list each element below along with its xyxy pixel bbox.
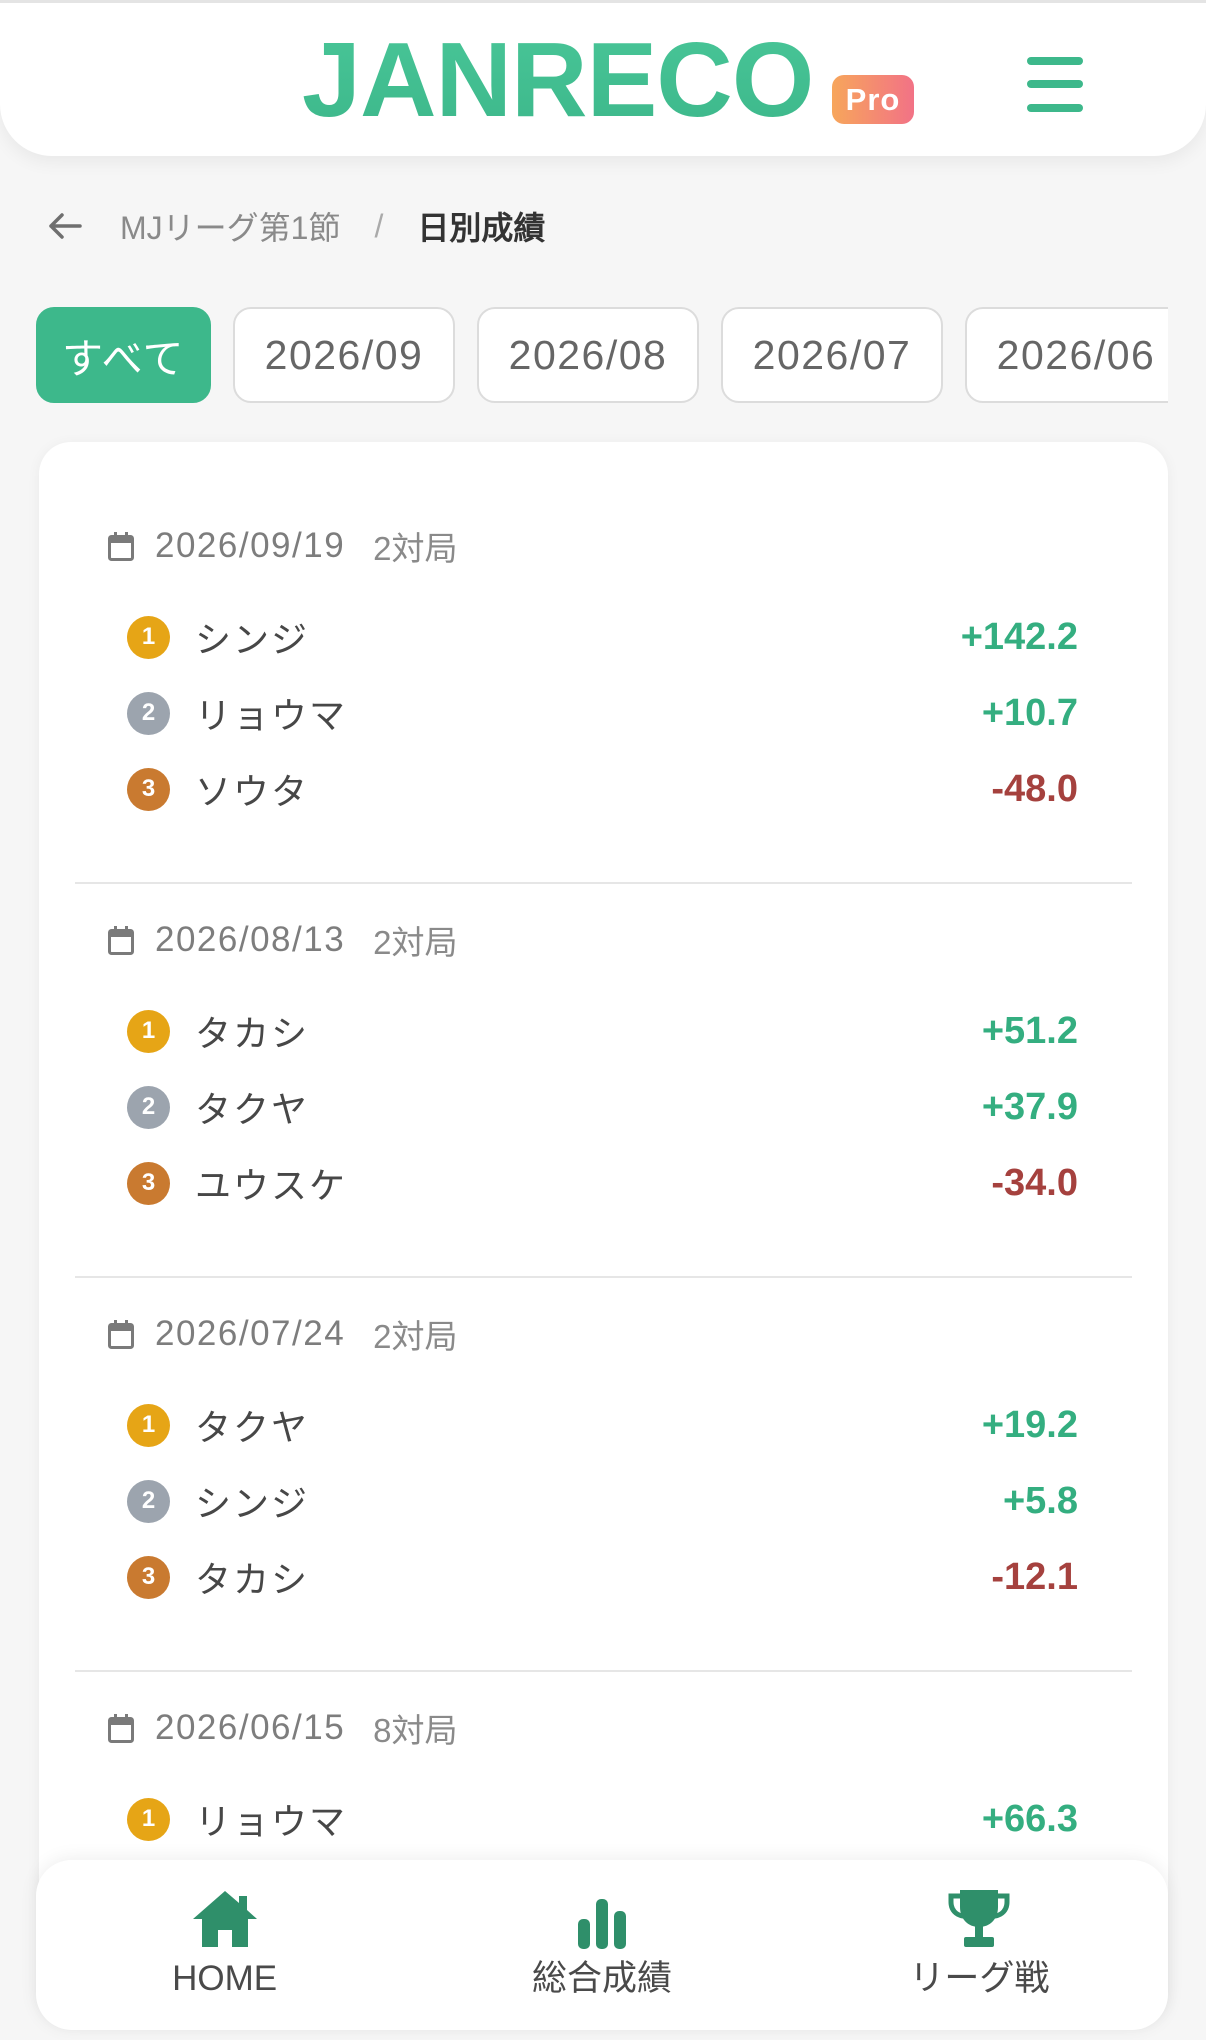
day-date: 2026/06/15 bbox=[155, 1708, 346, 1747]
player-score: +66.3 bbox=[981, 1797, 1078, 1840]
day-date: 2026/08/13 bbox=[155, 920, 346, 959]
day-result-group[interactable]: 2026/08/13 2対局 1 タカシ +51.2 2 タクヤ +37.9 3… bbox=[75, 884, 1132, 1278]
player-score: +19.2 bbox=[981, 1403, 1078, 1446]
day-header: 2026/07/24 2対局 bbox=[75, 1314, 1132, 1355]
ranking-row: 1 タカシ +51.2 bbox=[75, 993, 1132, 1069]
menu-bar bbox=[1027, 80, 1083, 88]
nav-item-league[interactable]: リーグ戦 bbox=[791, 1860, 1168, 2030]
player-name: タクヤ bbox=[195, 1407, 310, 1448]
day-result-group[interactable]: 2026/09/19 2対局 1 シンジ +142.2 2 リョウマ +10.7… bbox=[75, 490, 1132, 884]
day-header: 2026/06/15 8対局 bbox=[75, 1708, 1132, 1749]
bar-chart-icon bbox=[576, 1889, 628, 1949]
player-score: +10.7 bbox=[981, 691, 1078, 734]
home-icon bbox=[191, 1889, 259, 1949]
player-score: -48.0 bbox=[991, 767, 1078, 810]
ranking-list: 1 タクヤ +19.2 2 シンジ +5.8 3 タカシ -12.1 bbox=[75, 1387, 1132, 1615]
breadcrumb-separator: / bbox=[374, 207, 384, 244]
day-header: 2026/08/13 2対局 bbox=[75, 920, 1132, 961]
breadcrumb: MJリーグ第1節 / 日別成績 bbox=[47, 200, 545, 252]
calendar-icon bbox=[107, 531, 135, 562]
rank-badge: 1 bbox=[127, 1403, 170, 1447]
day-date: 2026/09/19 bbox=[155, 526, 346, 565]
app-logo: JANRECO bbox=[302, 21, 814, 139]
breadcrumb-parent-link[interactable]: MJリーグ第1節 bbox=[120, 203, 340, 249]
player-name: タカシ bbox=[195, 1559, 310, 1600]
game-count: 2対局 bbox=[373, 1318, 458, 1355]
calendar-icon bbox=[107, 1713, 135, 1744]
nav-item-home[interactable]: HOME bbox=[36, 1860, 413, 2030]
ranking-list: 1 タカシ +51.2 2 タクヤ +37.9 3 ユウスケ -34.0 bbox=[75, 993, 1132, 1221]
player-score: +5.8 bbox=[1002, 1479, 1078, 1522]
ranking-row: 3 ユウスケ -34.0 bbox=[75, 1145, 1132, 1221]
ranking-list: 1 リョウマ +66.3 bbox=[75, 1781, 1132, 1857]
rank-badge: 3 bbox=[127, 1161, 170, 1205]
app-header: JANRECO Pro bbox=[0, 0, 1206, 156]
trophy-icon bbox=[946, 1889, 1012, 1949]
ranking-row: 1 リョウマ +66.3 bbox=[75, 1781, 1132, 1857]
day-header: 2026/09/19 2対局 bbox=[75, 526, 1132, 567]
menu-bar bbox=[1027, 57, 1083, 65]
nav-item-overall-stats[interactable]: 総合成績 bbox=[413, 1860, 790, 2030]
rank-badge: 2 bbox=[127, 1479, 170, 1523]
nav-label: 総合成績 bbox=[531, 1959, 672, 1998]
ranking-row: 1 タクヤ +19.2 bbox=[75, 1387, 1132, 1463]
nav-label: リーグ戦 bbox=[909, 1959, 1050, 1998]
rank-badge: 3 bbox=[127, 1555, 170, 1599]
rank-badge: 2 bbox=[127, 691, 170, 735]
rank-badge: 3 bbox=[127, 767, 170, 811]
ranking-row: 2 タクヤ +37.9 bbox=[75, 1069, 1132, 1145]
month-filter-bar: すべて 2026/09 2026/08 2026/07 2026/06 bbox=[36, 307, 1168, 403]
menu-bar bbox=[1027, 104, 1083, 112]
nav-label: HOME bbox=[172, 1959, 278, 1998]
player-name: シンジ bbox=[195, 1483, 310, 1524]
breadcrumb-current: 日別成績 bbox=[417, 210, 546, 246]
player-name: リョウマ bbox=[195, 1801, 348, 1842]
pro-badge: Pro bbox=[832, 75, 914, 124]
daily-results-card: 2026/09/19 2対局 1 シンジ +142.2 2 リョウマ +10.7… bbox=[39, 442, 1168, 2022]
ranking-row: 1 シンジ +142.2 bbox=[75, 599, 1132, 675]
calendar-icon bbox=[107, 925, 135, 956]
player-name: タクヤ bbox=[195, 1089, 310, 1130]
player-name: ソウタ bbox=[195, 771, 310, 812]
filter-chip-all[interactable]: すべて bbox=[36, 307, 211, 403]
filter-chip-month[interactable]: 2026/06 bbox=[965, 307, 1168, 403]
day-result-group[interactable]: 2026/07/24 2対局 1 タクヤ +19.2 2 シンジ +5.8 3 … bbox=[75, 1278, 1132, 1672]
rank-badge: 1 bbox=[127, 1009, 170, 1053]
hamburger-menu-icon[interactable] bbox=[1027, 57, 1083, 112]
ranking-list: 1 シンジ +142.2 2 リョウマ +10.7 3 ソウタ -48.0 bbox=[75, 599, 1132, 827]
day-date: 2026/07/24 bbox=[155, 1314, 346, 1353]
player-score: +51.2 bbox=[981, 1009, 1078, 1052]
rank-badge: 1 bbox=[127, 1797, 170, 1841]
filter-chip-month[interactable]: 2026/07 bbox=[721, 307, 943, 403]
ranking-row: 3 タカシ -12.1 bbox=[75, 1539, 1132, 1615]
game-count: 2対局 bbox=[373, 924, 458, 961]
filter-chip-month[interactable]: 2026/08 bbox=[477, 307, 699, 403]
player-score: -34.0 bbox=[991, 1161, 1078, 1204]
calendar-icon bbox=[107, 1319, 135, 1350]
player-score: +37.9 bbox=[981, 1085, 1078, 1128]
player-name: ユウスケ bbox=[195, 1165, 348, 1206]
back-arrow-icon[interactable] bbox=[47, 211, 83, 241]
ranking-row: 2 シンジ +5.8 bbox=[75, 1463, 1132, 1539]
player-name: シンジ bbox=[195, 619, 310, 660]
game-count: 2対局 bbox=[373, 530, 458, 567]
rank-badge: 1 bbox=[127, 615, 170, 659]
ranking-row: 2 リョウマ +10.7 bbox=[75, 675, 1132, 751]
player-score: -12.1 bbox=[991, 1555, 1078, 1598]
bottom-nav: HOME 総合成績 リーグ戦 bbox=[36, 1860, 1168, 2030]
filter-chip-month[interactable]: 2026/09 bbox=[233, 307, 455, 403]
game-count: 8対局 bbox=[373, 1712, 458, 1749]
rank-badge: 2 bbox=[127, 1085, 170, 1129]
ranking-row: 3 ソウタ -48.0 bbox=[75, 751, 1132, 827]
player-name: リョウマ bbox=[195, 695, 348, 736]
player-name: タカシ bbox=[195, 1013, 310, 1054]
player-score: +142.2 bbox=[960, 615, 1078, 658]
